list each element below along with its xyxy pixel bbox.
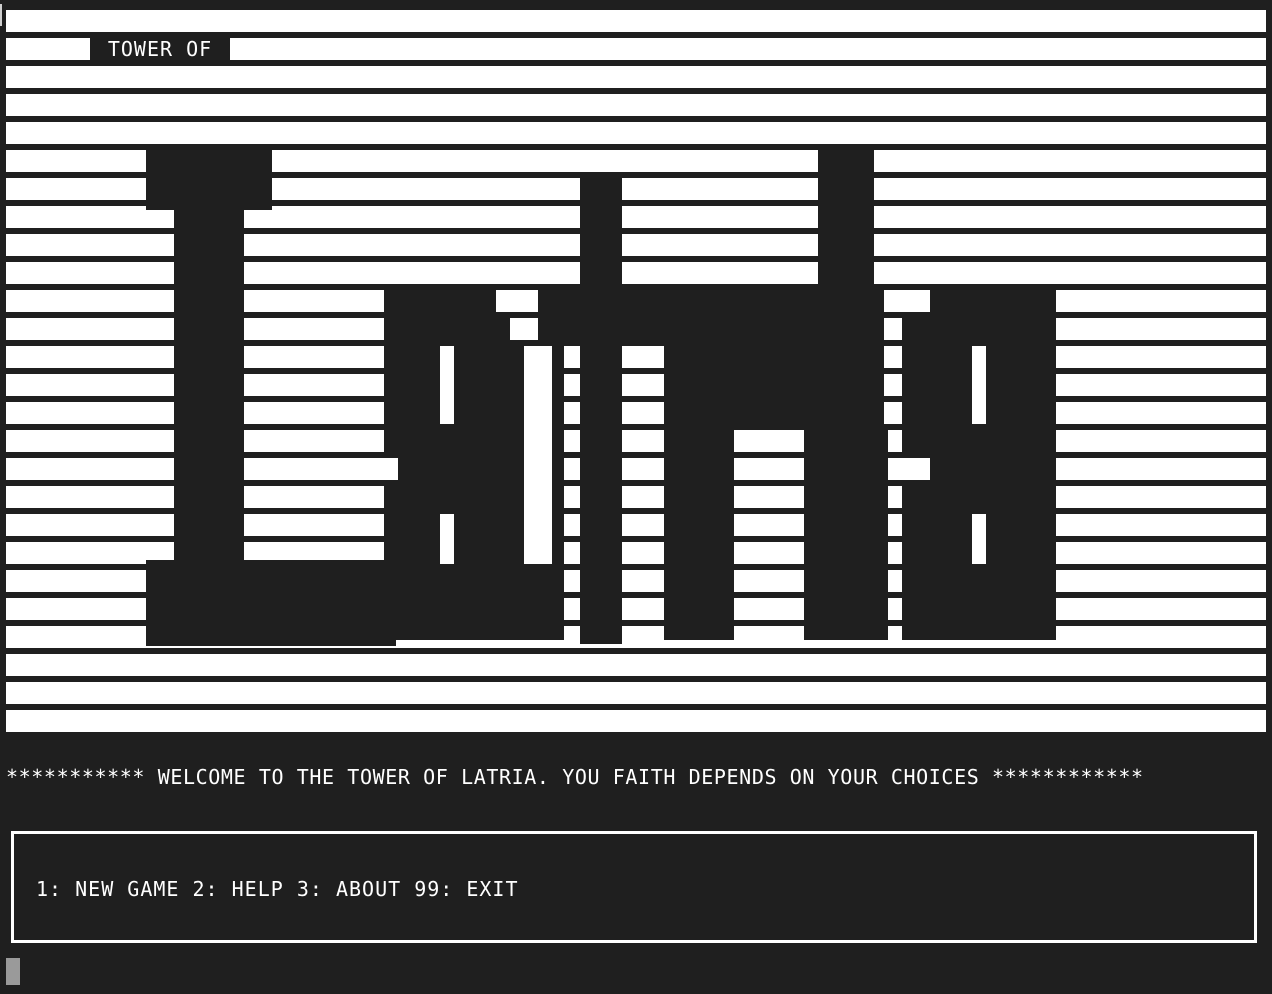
menu-box: 1: NEW GAME 2: HELP 3: ABOUT 99: EXIT (11, 831, 1257, 943)
banner-title: TOWER OF (90, 37, 230, 61)
banner-row (6, 94, 1266, 116)
banner-row (6, 682, 1266, 704)
logo-letter-r (664, 346, 734, 640)
banner-row (6, 122, 1266, 144)
banner-row (6, 10, 1266, 32)
banner-row (6, 710, 1266, 732)
banner-row (6, 654, 1266, 676)
input-cursor[interactable] (6, 958, 20, 985)
logo-letter-i (804, 430, 888, 640)
welcome-message: *********** WELCOME TO THE TOWER OF LATR… (6, 765, 1144, 789)
banner-row (6, 66, 1266, 88)
ascii-banner: TOWER OF (0, 0, 1272, 740)
menu-options[interactable]: 1: NEW GAME 2: HELP 3: ABOUT 99: EXIT (36, 876, 519, 902)
logo-letter-t (580, 174, 622, 644)
